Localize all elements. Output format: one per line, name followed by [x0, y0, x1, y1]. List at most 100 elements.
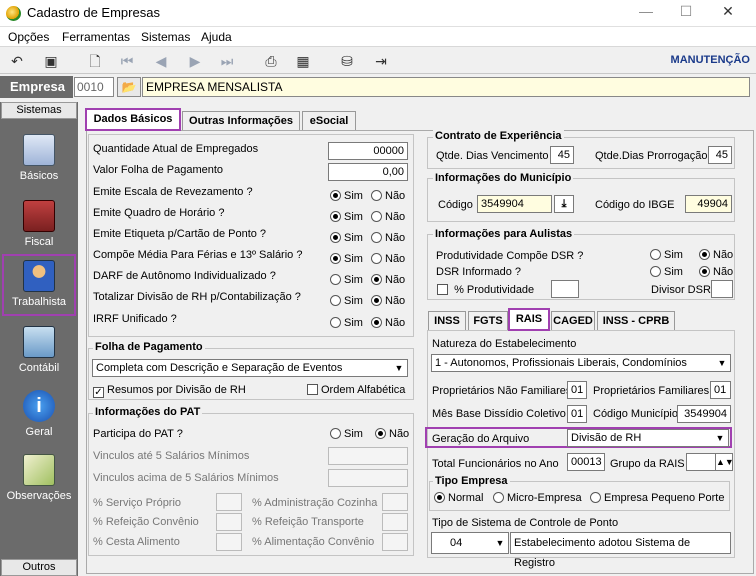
folder-open-icon[interactable]: 📂	[117, 77, 141, 97]
subtab-inss-cprb[interactable]: INSS - CPRB	[597, 311, 675, 331]
first-record-icon[interactable]: ⏮	[116, 51, 138, 71]
question-nao-radio[interactable]: Não	[371, 317, 405, 329]
participa-nao-radio[interactable]: Não	[375, 428, 409, 440]
divisor-field[interactable]	[711, 280, 733, 298]
radio[interactable]	[330, 274, 341, 285]
menu-sistemas[interactable]: Sistemas	[141, 30, 190, 44]
sidebar-item-contabil[interactable]: Contábil	[2, 322, 76, 384]
sidebar-item-trabalhista[interactable]: Trabalhista	[2, 254, 76, 316]
checkbox-unchecked[interactable]	[307, 384, 318, 395]
radio-selected[interactable]	[375, 428, 386, 439]
radio[interactable]	[330, 295, 341, 306]
checkbox-unchecked[interactable]	[437, 284, 448, 295]
ref-transp-field[interactable]	[382, 513, 408, 531]
question-sim-radio[interactable]: Sim	[330, 232, 363, 244]
radio[interactable]	[330, 211, 341, 222]
previous-record-icon[interactable]: ◀	[150, 51, 172, 71]
radio[interactable]	[330, 428, 341, 439]
dsrinf-nao-radio[interactable]: Não	[699, 266, 733, 278]
subtab-inss[interactable]: INSS	[428, 311, 466, 331]
question-nao-radio[interactable]: Não	[371, 211, 405, 223]
question-sim-radio[interactable]: Sim	[330, 295, 363, 307]
radio[interactable]	[493, 492, 504, 503]
alim-field[interactable]	[382, 533, 408, 551]
grupo-field[interactable]	[686, 453, 716, 471]
dsrinf-sim-radio[interactable]: Sim	[650, 266, 683, 278]
prop-f-field[interactable]: 01	[710, 381, 731, 399]
codigo-field[interactable]: 3549904	[477, 195, 552, 213]
total-field[interactable]: 00013	[567, 453, 605, 471]
resumos-checkbox[interactable]: ✓ Resumos por Divisão de RH	[93, 384, 246, 398]
radio[interactable]	[330, 232, 341, 243]
sidebar-header[interactable]: Sistemas	[1, 102, 77, 119]
tab-outras-informacoes[interactable]: Outras Informações	[182, 111, 300, 131]
question-nao-radio[interactable]: Não	[371, 274, 405, 286]
subtab-caged[interactable]: CAGED	[551, 311, 595, 331]
cesta-field[interactable]	[216, 533, 242, 551]
prorr-field[interactable]: 45	[708, 146, 732, 164]
exit-icon[interactable]: ⇥	[370, 51, 392, 71]
qtd-empregados-field[interactable]: 00000	[328, 142, 408, 160]
radio[interactable]	[330, 253, 341, 264]
calculator-icon[interactable]: ▦	[292, 51, 314, 71]
question-sim-radio[interactable]: Sim	[330, 274, 363, 286]
ate5-field[interactable]	[328, 447, 408, 465]
menu-ajuda[interactable]: Ajuda	[201, 30, 232, 44]
question-nao-radio[interactable]: Não	[371, 190, 405, 202]
radio[interactable]	[330, 317, 341, 328]
question-nao-radio[interactable]: Não	[371, 232, 405, 244]
minimize-button[interactable]: —	[626, 3, 666, 23]
tipo-micro-radio[interactable]: Micro-Empresa	[493, 492, 582, 504]
radio[interactable]	[371, 295, 382, 306]
radio[interactable]	[371, 190, 382, 201]
natureza-select[interactable]: 1 - Autonomos, Profissionais Liberais, C…	[431, 354, 731, 372]
download-icon[interactable]: ⤓	[554, 195, 574, 213]
tab-dados-basicos[interactable]: Dados Básicos	[85, 108, 181, 131]
preview-icon[interactable]: 🗋	[84, 51, 106, 71]
empresa-name-field[interactable]: EMPRESA MENSALISTA	[142, 77, 750, 97]
ponto-select[interactable]: 04 ▼	[431, 532, 509, 554]
maximize-button[interactable]: ☐	[666, 3, 706, 23]
tab-esocial[interactable]: eSocial	[302, 111, 356, 131]
save-icon[interactable]: ▣	[40, 51, 62, 71]
menu-ferramentas[interactable]: Ferramentas	[62, 30, 130, 44]
prod-checkbox[interactable]: % Produtividade	[437, 284, 534, 296]
dsr-sim-radio[interactable]: Sim	[650, 249, 683, 261]
sidebar-item-observacoes[interactable]: Observações	[2, 450, 76, 512]
empresa-code-field[interactable]: 0010	[74, 77, 114, 97]
menu-opcoes[interactable]: Opções	[8, 30, 49, 44]
sidebar-footer[interactable]: Outros	[1, 559, 77, 576]
radio-selected[interactable]	[699, 249, 710, 260]
radio[interactable]	[330, 190, 341, 201]
admin-field[interactable]	[382, 493, 408, 511]
sidebar-item-basicos[interactable]: Básicos	[2, 130, 76, 192]
participa-sim-radio[interactable]: Sim	[330, 428, 363, 440]
radio-selected[interactable]	[434, 492, 445, 503]
radio[interactable]	[371, 317, 382, 328]
mes-field[interactable]: 01	[567, 405, 587, 423]
question-nao-radio[interactable]: Não	[371, 295, 405, 307]
last-record-icon[interactable]: ⏭	[216, 51, 238, 71]
subtab-fgts[interactable]: FGTS	[468, 311, 508, 331]
close-button[interactable]: ✕	[708, 3, 748, 23]
stamp-icon[interactable]: ⛁	[336, 51, 358, 71]
radio[interactable]	[590, 492, 601, 503]
valor-folha-field[interactable]: 0,00	[328, 163, 408, 181]
grupo-spin-icon[interactable]: ▲▼	[715, 453, 734, 471]
question-sim-radio[interactable]: Sim	[330, 253, 363, 265]
radio-selected[interactable]	[699, 266, 710, 277]
question-sim-radio[interactable]: Sim	[330, 190, 363, 202]
radio[interactable]	[650, 266, 661, 277]
sidebar-item-fiscal[interactable]: Fiscal	[2, 196, 76, 258]
venc-field[interactable]: 45	[550, 146, 574, 164]
dsr-nao-radio[interactable]: Não	[699, 249, 733, 261]
sidebar-item-geral[interactable]: i Geral	[2, 386, 76, 448]
radio[interactable]	[371, 211, 382, 222]
geracao-select[interactable]: Divisão de RH ▼	[567, 429, 729, 447]
prop-nf-field[interactable]: 01	[567, 381, 587, 399]
ordem-checkbox[interactable]: Ordem Alfabética	[307, 384, 405, 396]
prod-field[interactable]	[551, 280, 579, 298]
checkbox-checked[interactable]: ✓	[93, 387, 104, 398]
print-icon[interactable]: ⎙	[260, 51, 282, 71]
folha-type-select[interactable]: Completa com Descrição e Separação de Ev…	[92, 359, 408, 377]
